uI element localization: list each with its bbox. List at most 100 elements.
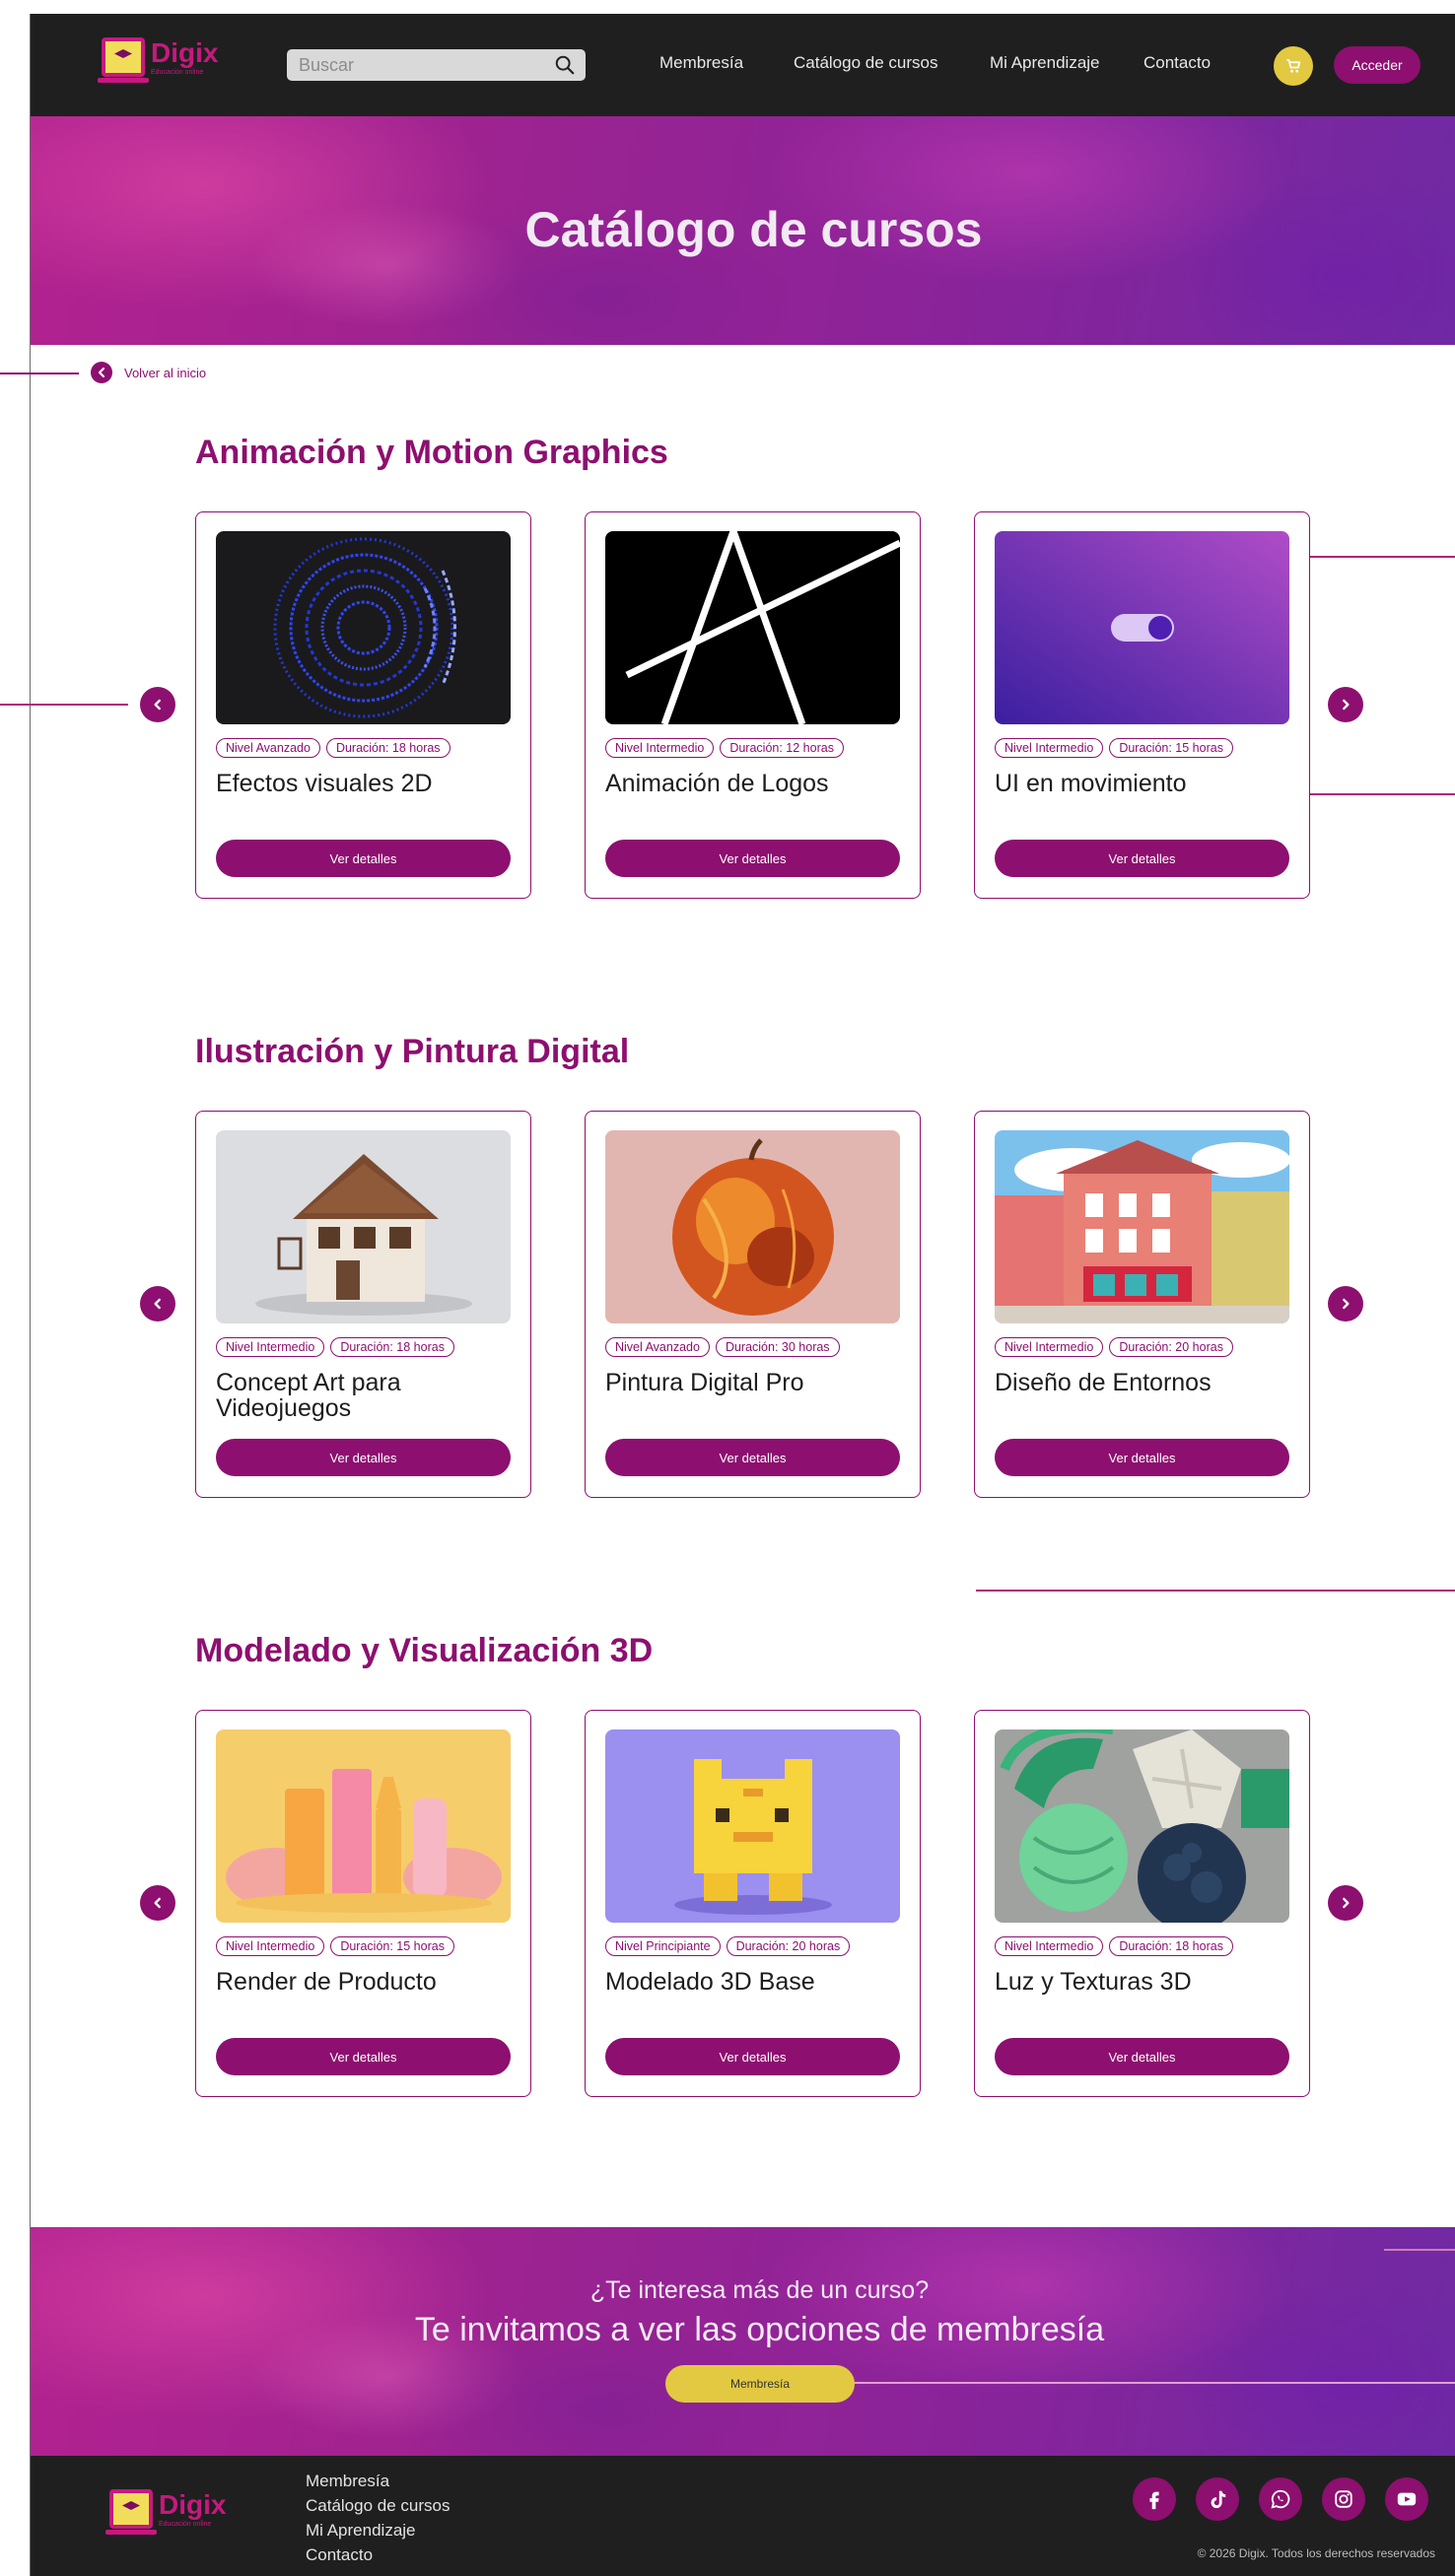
- view-details-button[interactable]: Ver detalles: [605, 1439, 900, 1476]
- duration-badge: Duración: 30 horas: [715, 1337, 840, 1357]
- footer-logo[interactable]: Digix Educación online: [105, 2488, 227, 2535]
- level-badge: Nivel Principiante: [605, 1936, 721, 1956]
- view-details-button[interactable]: Ver detalles: [216, 840, 511, 877]
- course-image: [995, 1130, 1289, 1323]
- membership-button[interactable]: Membresía: [665, 2365, 855, 2403]
- duration-badge: Duración: 12 horas: [720, 738, 844, 758]
- back-to-home-link[interactable]: Volver al inicio: [91, 362, 206, 383]
- nav-contacto[interactable]: Contacto: [1143, 53, 1211, 73]
- view-details-button[interactable]: Ver detalles: [216, 2038, 511, 2075]
- footer-link-mi-aprendizaje[interactable]: Mi Aprendizaje: [306, 2521, 450, 2540]
- course-title: Modelado 3D Base: [605, 1968, 815, 1996]
- chevron-left-icon: [154, 1298, 161, 1310]
- logo-mark-icon: [98, 37, 149, 83]
- course-card[interactable]: Nivel Intermedio Duración: 15 horas UI e…: [974, 511, 1310, 899]
- duration-badge: Duración: 18 horas: [1109, 1936, 1233, 1956]
- course-title: Concept Art para Videojuegos: [216, 1369, 401, 1422]
- course-title: Diseño de Entornos: [995, 1369, 1212, 1396]
- cart-icon: [1286, 59, 1301, 73]
- page-left-rule: [30, 14, 31, 2576]
- decorative-line: [1384, 2249, 1455, 2251]
- section-title: Ilustración y Pintura Digital: [195, 1033, 630, 1070]
- login-button[interactable]: Acceder: [1334, 46, 1420, 84]
- course-title: Pintura Digital Pro: [605, 1369, 804, 1396]
- decorative-line: [1299, 556, 1455, 558]
- chevron-right-icon: [1343, 1298, 1350, 1310]
- cta-headline: Te invitamos a ver las opciones de membr…: [414, 2311, 1105, 2348]
- course-card[interactable]: Nivel Intermedio Duración: 18 horas Conc…: [195, 1111, 531, 1498]
- duration-badge: Duración: 18 horas: [330, 1337, 454, 1357]
- nav-membresia[interactable]: Membresía: [659, 53, 743, 73]
- course-image: [216, 531, 511, 724]
- course-image: [605, 1130, 900, 1323]
- nav-mi-aprendizaje[interactable]: Mi Aprendizaje: [990, 53, 1100, 73]
- copyright-text: © 2026 Digix. Todos los derechos reserva…: [1197, 2546, 1435, 2560]
- carousel-next-button[interactable]: [1328, 1885, 1363, 1921]
- section-title: Animación y Motion Graphics: [195, 434, 668, 471]
- view-details-button[interactable]: Ver detalles: [995, 1439, 1289, 1476]
- course-title: Luz y Texturas 3D: [995, 1968, 1192, 1996]
- view-details-button[interactable]: Ver detalles: [995, 2038, 1289, 2075]
- course-card[interactable]: Nivel Principiante Duración: 20 horas Mo…: [585, 1710, 921, 2097]
- cta-question: ¿Te interesa más de un curso?: [589, 2276, 930, 2304]
- course-image: [605, 531, 900, 724]
- footer-nav: Membresía Catálogo de cursos Mi Aprendiz…: [306, 2472, 450, 2564]
- whatsapp-icon[interactable]: [1259, 2477, 1302, 2521]
- site-footer: Digix Educación online Membresía Catálog…: [31, 2456, 1455, 2576]
- brand-tagline: Educación online: [159, 2520, 212, 2528]
- logo-mark-icon: [105, 2489, 157, 2535]
- facebook-icon[interactable]: [1133, 2477, 1176, 2521]
- brand-name: Digix: [151, 36, 219, 68]
- course-card[interactable]: Nivel Intermedio Duración: 12 horas Anim…: [585, 511, 921, 899]
- search-icon[interactable]: [554, 54, 576, 76]
- footer-link-catalogo[interactable]: Catálogo de cursos: [306, 2496, 450, 2515]
- course-image: [605, 1729, 900, 1923]
- instagram-icon[interactable]: [1322, 2477, 1365, 2521]
- course-title: Render de Producto: [216, 1968, 437, 1996]
- footer-link-membresia[interactable]: Membresía: [306, 2472, 450, 2490]
- youtube-icon[interactable]: [1385, 2477, 1428, 2521]
- decorative-line: [976, 1590, 1455, 1592]
- course-title: Efectos visuales 2D: [216, 770, 433, 797]
- carousel-prev-button[interactable]: [140, 1885, 175, 1921]
- course-card[interactable]: Nivel Intermedio Duración: 20 horas Dise…: [974, 1111, 1310, 1498]
- hero-banner: Catálogo de cursos: [31, 116, 1455, 345]
- decorative-line: [1299, 793, 1455, 795]
- duration-badge: Duración: 20 horas: [1109, 1337, 1233, 1357]
- view-details-button[interactable]: Ver detalles: [995, 840, 1289, 877]
- cart-button[interactable]: [1274, 46, 1313, 86]
- brand-name: Digix: [159, 2488, 227, 2520]
- site-header: Digix Educación online Membresía Catálog…: [31, 14, 1455, 116]
- duration-badge: Duración: 20 horas: [726, 1936, 851, 1956]
- course-image: [216, 1729, 511, 1923]
- decorative-line: [0, 373, 79, 374]
- carousel-next-button[interactable]: [1328, 687, 1363, 722]
- carousel-prev-button[interactable]: [140, 1286, 175, 1322]
- search-input[interactable]: [287, 54, 533, 76]
- course-image: [216, 1130, 511, 1323]
- carousel-prev-button[interactable]: [140, 687, 175, 722]
- tiktok-icon[interactable]: [1196, 2477, 1239, 2521]
- level-badge: Nivel Avanzado: [216, 738, 320, 758]
- course-card[interactable]: Nivel Avanzado Duración: 30 horas Pintur…: [585, 1111, 921, 1498]
- level-badge: Nivel Intermedio: [605, 738, 715, 758]
- view-details-button[interactable]: Ver detalles: [605, 840, 900, 877]
- carousel-next-button[interactable]: [1328, 1286, 1363, 1322]
- course-card[interactable]: Nivel Intermedio Duración: 18 horas Luz …: [974, 1710, 1310, 2097]
- footer-link-contacto[interactable]: Contacto: [306, 2545, 450, 2564]
- course-card[interactable]: Nivel Intermedio Duración: 15 horas Rend…: [195, 1710, 531, 2097]
- nav-catalogo[interactable]: Catálogo de cursos: [794, 53, 937, 73]
- view-details-button[interactable]: Ver detalles: [216, 1439, 511, 1476]
- course-card[interactable]: Nivel Avanzado Duración: 18 horas Efecto…: [195, 511, 531, 899]
- chevron-left-icon: [91, 362, 112, 383]
- course-title: Animación de Logos: [605, 770, 829, 797]
- duration-badge: Duración: 15 horas: [330, 1936, 454, 1956]
- section-title: Modelado y Visualización 3D: [195, 1632, 654, 1669]
- membership-cta-banner: ¿Te interesa más de un curso? Te invitam…: [31, 2227, 1455, 2456]
- header-logo[interactable]: Digix Educación online: [98, 36, 219, 83]
- view-details-button[interactable]: Ver detalles: [605, 2038, 900, 2075]
- level-badge: Nivel Intermedio: [216, 1337, 325, 1357]
- course-image: [995, 531, 1289, 724]
- chevron-right-icon: [1343, 1897, 1350, 1909]
- course-title: UI en movimiento: [995, 770, 1187, 797]
